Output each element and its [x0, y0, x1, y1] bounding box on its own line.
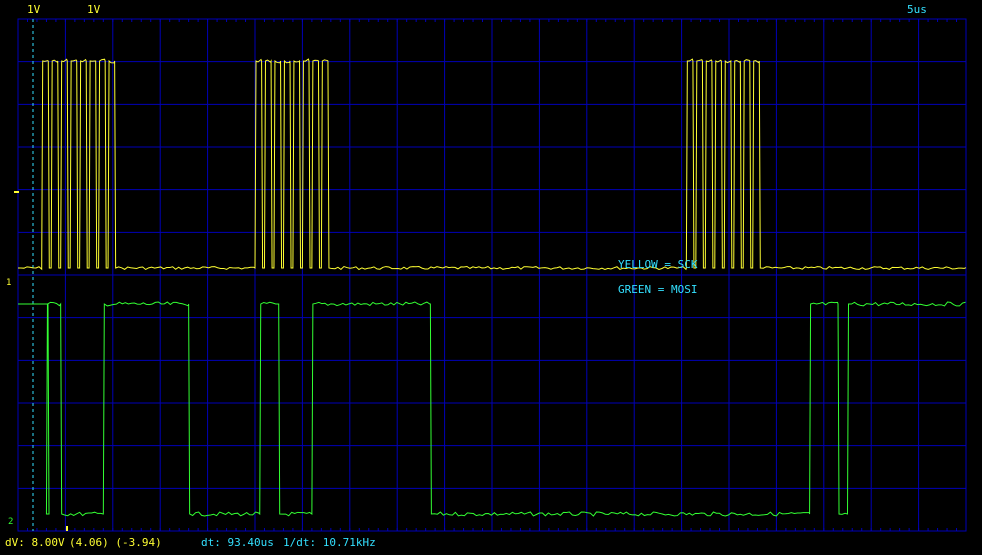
channel2-scale: 1V: [87, 3, 101, 16]
trigger-position-marker: [66, 526, 68, 531]
trigger-level-marker: [14, 191, 19, 193]
timebase-readout: 5us: [907, 3, 927, 16]
status-dt: dt: 93.40us: [201, 536, 274, 549]
graticule-grid: [14, 18, 967, 532]
legend-sck: YELLOW = SCK: [618, 258, 698, 271]
oscilloscope-display: [14, 18, 967, 532]
channel1-marker: 1: [6, 278, 12, 288]
status-dv: dV: 8.00V: [5, 536, 65, 549]
legend-mosi: GREEN = MOSI: [618, 283, 698, 296]
status-frequency: 1/dt: 10.71kHz: [283, 536, 376, 549]
channel1-scale: 1V: [27, 3, 41, 16]
channel2-marker: 2: [8, 517, 14, 527]
status-dv-detail: (4.06) (-3.94): [69, 536, 162, 549]
